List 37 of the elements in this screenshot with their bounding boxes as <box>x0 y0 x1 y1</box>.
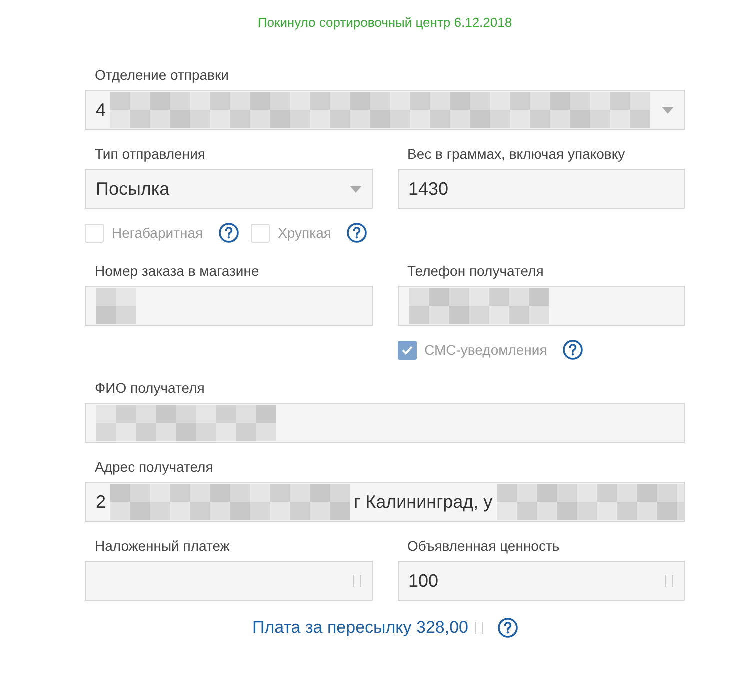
field-value: 2 <box>96 492 106 512</box>
field-label: Наложенный платеж <box>95 538 231 554</box>
field-label: ФИО получателя <box>95 380 206 396</box>
checkbox-label: Хрупкая <box>278 225 332 241</box>
field-value: г Калининград, у <box>354 492 493 512</box>
check-icon <box>402 346 412 354</box>
shipping-fee: Плата за пересылку 328,00 <box>252 618 469 638</box>
input-field[interactable]: 100 <box>398 561 685 601</box>
field-value: 100 <box>408 570 439 592</box>
field-label: Отделение отправки <box>95 67 230 83</box>
input-field[interactable] <box>85 286 372 326</box>
field-label: Объявленная ценность <box>408 538 561 554</box>
input-field[interactable] <box>85 403 685 443</box>
input-field[interactable]: 1430 <box>398 169 685 209</box>
field-value: 4 <box>96 100 106 120</box>
field-label: Адрес получателя <box>95 459 214 475</box>
field-value: 1430 <box>408 178 449 200</box>
checkbox-label: СМС-уведомления <box>424 342 548 358</box>
field-value: Посылка <box>96 178 170 200</box>
input-field[interactable] <box>85 561 372 601</box>
checkbox-label: Негабаритная <box>112 225 204 241</box>
double-bar-icon <box>665 575 674 587</box>
input-field[interactable]: 2 г Калининград, у <box>85 482 685 522</box>
double-bar-icon <box>474 622 484 634</box>
help-icon[interactable] <box>498 618 518 638</box>
field-label: Вес в граммах, включая упаковку <box>408 146 626 162</box>
dropdown-caret-icon <box>350 186 362 192</box>
tracking-status: Покинуло сортировочный центр 6.12.2018 <box>256 15 514 30</box>
input-field[interactable] <box>398 286 685 326</box>
field-label: Номер заказа в магазине <box>95 263 260 279</box>
select-field[interactable]: 4 <box>85 90 685 130</box>
field-label: Телефон получателя <box>408 263 545 279</box>
field-label: Тип отправления <box>95 146 206 162</box>
dropdown-caret-icon <box>662 106 674 114</box>
redacted-mosaic <box>96 288 136 324</box>
select-field[interactable]: Посылка <box>85 169 372 209</box>
double-bar-icon <box>352 575 362 587</box>
